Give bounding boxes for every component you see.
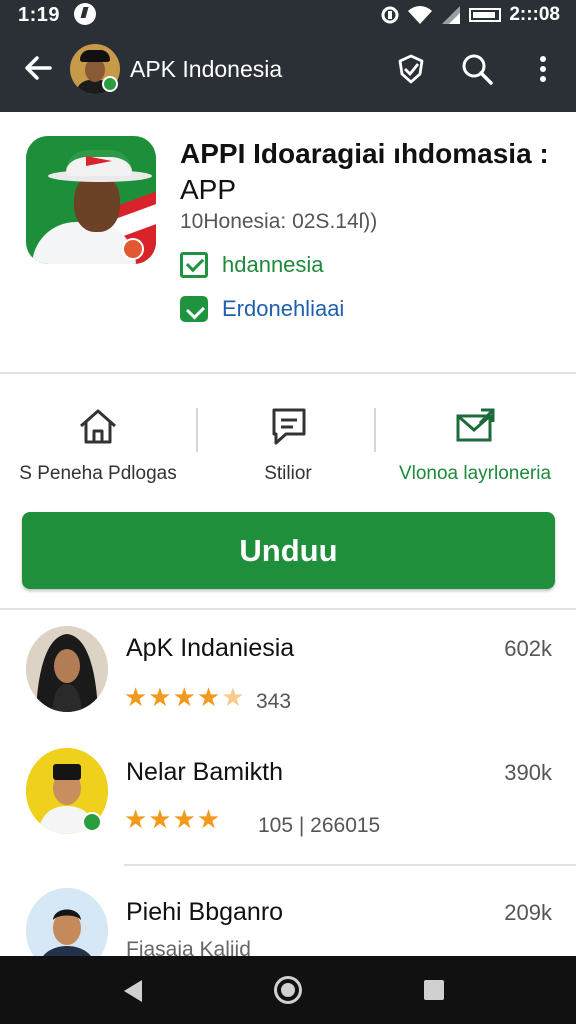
install-button[interactable]: Unduu (22, 512, 555, 589)
screen: 1:19 2:::08 APK Indonesia APPI Idoaragia… (0, 0, 576, 1024)
sync-icon (381, 6, 399, 24)
review-size: 602k (504, 636, 552, 661)
app-bar-title: APK Indonesia (130, 56, 283, 82)
action-home-label: S Peneha Pdlogas (19, 463, 177, 484)
category-link[interactable]: Erdonehliaai (222, 296, 344, 322)
nav-back-icon[interactable] (124, 980, 142, 1002)
divider (124, 864, 576, 866)
verified-badge-icon (102, 76, 118, 92)
nav-home-icon[interactable] (274, 976, 302, 1004)
avatar (26, 626, 108, 712)
action-mail[interactable]: Vlonoa layrloneria (380, 398, 570, 488)
separator (374, 408, 376, 452)
status-time: 1:19 (18, 4, 61, 26)
shield-check-icon[interactable] (394, 52, 428, 86)
app-name-line2: APP (180, 174, 237, 205)
arrow-left-icon[interactable] (20, 50, 56, 86)
review-size: 209k (504, 900, 552, 925)
developer-row[interactable]: hdannesia (180, 250, 324, 280)
mail-send-icon (456, 408, 495, 442)
more-vert-icon[interactable] (526, 52, 560, 86)
developer-link[interactable]: hdannesia (222, 252, 324, 278)
divider (0, 608, 576, 610)
house-icon (80, 409, 116, 444)
chat-icon (272, 408, 306, 445)
list-item[interactable]: ApK Indaniesia 602k ★★★★★ 343 (0, 620, 576, 740)
separator (196, 408, 198, 452)
action-mail-label: Vlonoa layrloneria (398, 463, 552, 484)
app-name-line1: APPI Idoaragiai ıhdomasia : (180, 138, 549, 169)
wifi-icon (408, 6, 433, 24)
status-right: 2:::08 (381, 4, 560, 26)
action-home[interactable]: S Peneha Pdlogas (8, 398, 188, 488)
review-name: Nelar Bamikth (126, 758, 283, 786)
app-name: APPI Idoaragiai ıhdomasia : APP (180, 136, 560, 208)
nav-recents-icon[interactable] (424, 980, 444, 1000)
app-version: 10Honesia: 02S.14ſ)) (180, 210, 378, 233)
search-icon[interactable] (460, 52, 494, 86)
battery-icon (469, 8, 502, 22)
divider (0, 372, 576, 374)
signal-icon (442, 6, 461, 24)
checkbox-icon (180, 252, 208, 278)
navigation-bar (0, 956, 576, 1024)
status-bar: 1:19 2:::08 (0, 0, 576, 30)
status-time-right: 2:::08 (509, 4, 560, 25)
verified-badge-icon (82, 812, 102, 832)
review-name: Piehi Bbganro (126, 898, 284, 926)
action-chat-label: Stilior (264, 463, 312, 484)
rating-count: 105 | 266015 (258, 814, 381, 837)
rating-stars: ★★★★★ (124, 682, 246, 712)
review-size: 390k (504, 760, 552, 785)
rating-stars: ★★★★ (124, 804, 222, 834)
action-chat[interactable]: Stilior (210, 398, 366, 488)
rating-count: 343 (256, 690, 292, 713)
app-icon (26, 136, 156, 264)
list-item[interactable]: Nelar Bamikth 390k ★★★★ 105 | 266015 (0, 742, 576, 862)
verified-check-icon (180, 296, 208, 322)
notification-icon (74, 3, 96, 25)
app-bar: APK Indonesia (0, 30, 576, 112)
category-row[interactable]: Erdonehliaai (180, 294, 344, 324)
review-name: ApK Indaniesia (126, 634, 295, 662)
